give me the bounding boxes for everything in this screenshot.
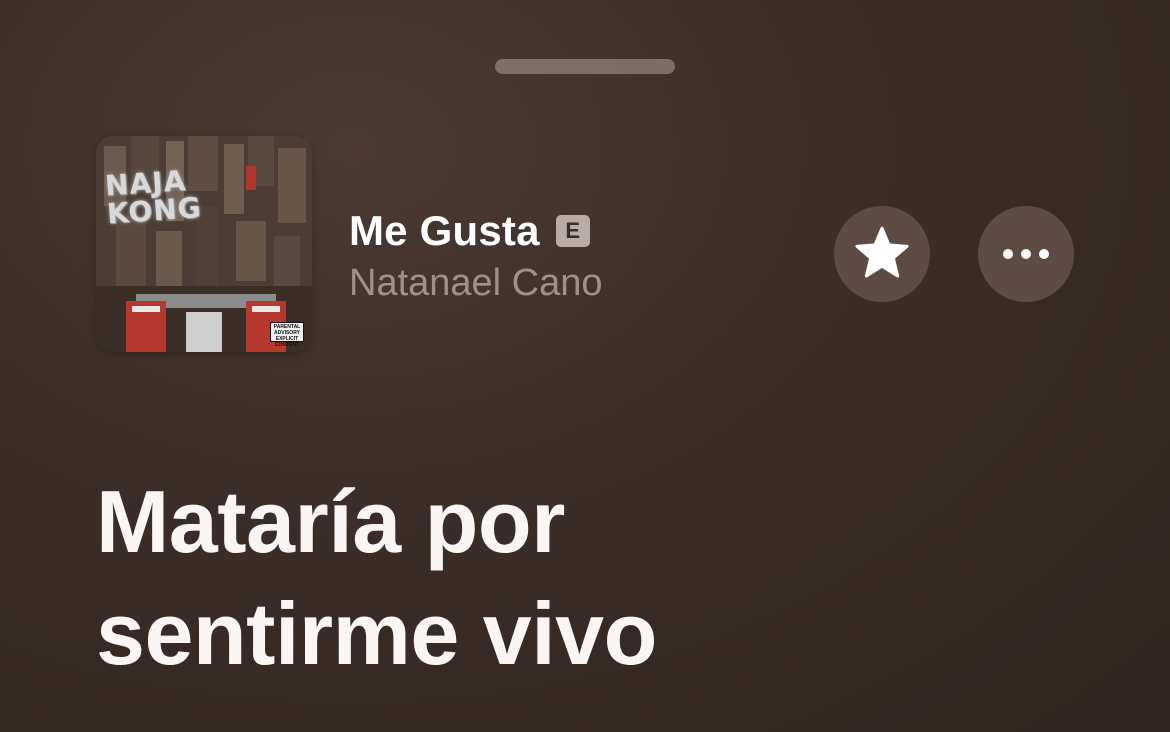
- lyric-line-2: sentirme vivo: [96, 584, 657, 683]
- song-title: Me Gusta: [349, 207, 540, 254]
- parental-advisory-label: PARENTAL ADVISORY EXPLICIT CONTENT: [270, 322, 304, 348]
- sheet-grabber[interactable]: [495, 59, 675, 74]
- lyric-line-1: Mataría por: [96, 472, 565, 571]
- favorite-button[interactable]: [834, 206, 930, 302]
- artist-name[interactable]: Natanael Cano: [349, 262, 603, 305]
- ellipsis-icon: [1003, 249, 1049, 259]
- album-artwork[interactable]: NAJA KONG PARENTAL ADVISORY EXPLICIT CON…: [96, 136, 312, 352]
- song-title-row[interactable]: Me Gusta E: [349, 207, 590, 255]
- current-lyric[interactable]: Mataría por sentirme vivo: [96, 466, 1096, 690]
- explicit-badge: E: [555, 215, 590, 247]
- star-icon: [855, 226, 909, 278]
- more-options-button[interactable]: [978, 206, 1074, 302]
- album-artwork-title: NAJA KONG: [103, 163, 203, 231]
